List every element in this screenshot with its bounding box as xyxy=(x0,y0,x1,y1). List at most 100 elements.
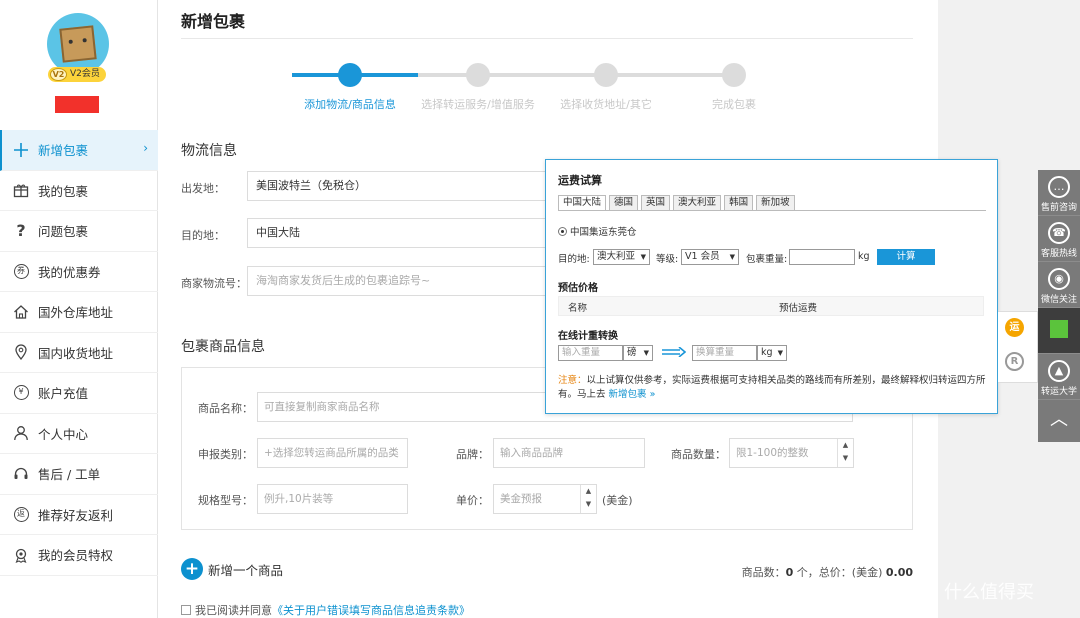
popup-dest-select[interactable]: 澳大利亚 ▼ xyxy=(593,249,650,265)
popup-weight-input[interactable] xyxy=(789,249,855,265)
freight-calc-icon[interactable]: 运 xyxy=(1005,318,1024,337)
popup-grade-select[interactable]: V1 会员 ▼ xyxy=(681,249,739,265)
tabs-divider xyxy=(558,210,986,211)
agreement-text: 我已阅读并同意 xyxy=(195,604,272,617)
popup-weight-label: 包裹重量: xyxy=(746,254,788,265)
graduation-cap-icon: ▲ xyxy=(1048,360,1070,382)
sidebar-item-label: 我的会员特权 xyxy=(38,548,114,564)
sidebar-item-my-packages[interactable]: 我的包裹 xyxy=(0,171,158,211)
converted-weight-field[interactable]: 换算重量 xyxy=(692,345,757,361)
divider xyxy=(181,38,913,39)
avatar[interactable] xyxy=(47,13,109,75)
sidebar-item-member-privileges[interactable]: 我的会员特权 xyxy=(0,535,158,576)
step-label-1: 添加物流/商品信息 xyxy=(304,98,396,111)
coupon-icon: 券 xyxy=(12,262,30,280)
quantity-stepper[interactable]: 限1-100的整数 ▲ ▼ xyxy=(729,438,854,468)
presales-consult-button[interactable]: … 售前咨询 xyxy=(1038,170,1080,216)
popup-dest-value: 澳大利亚 xyxy=(597,251,636,262)
country-tabs: 中国大陆 德国 英国 澳大利亚 韩国 新加坡 xyxy=(558,195,798,211)
step-dot-3 xyxy=(594,63,618,87)
warehouse-radio[interactable]: 中国集运东莞仓 xyxy=(558,224,637,238)
category-select[interactable]: +选择您转运商品所属的品类 xyxy=(257,438,408,468)
sidebar-item-personal-center[interactable]: 个人中心 xyxy=(0,414,158,454)
sidebar-item-coupons[interactable]: 券 我的优惠券 xyxy=(0,252,158,292)
quantity-spin-buttons[interactable]: ▲ ▼ xyxy=(837,439,853,467)
step-dot-2 xyxy=(466,63,490,87)
calculate-button[interactable]: 计算 xyxy=(877,249,935,265)
refer-friend-icon: 返 xyxy=(12,505,30,523)
destination-select[interactable]: 中国大陆 xyxy=(247,218,557,248)
agreement-checkbox[interactable] xyxy=(181,605,191,615)
sidebar-item-problem-packages[interactable]: ? 问题包裹 xyxy=(0,211,158,252)
tab-china[interactable]: 中国大陆 xyxy=(558,195,607,211)
home-icon xyxy=(12,303,30,321)
unit-to-value: kg xyxy=(761,347,773,358)
university-label: 转运大学 xyxy=(1040,387,1077,397)
estimate-title: 预估价格 xyxy=(558,283,598,294)
transfer-university-button[interactable]: ▲ 转运大学 xyxy=(1038,354,1080,400)
tab-uk[interactable]: 英国 xyxy=(641,195,671,211)
agreement-row: 我已阅读并同意 《关于用户错误填写商品信息追责条款》 xyxy=(181,602,470,618)
origin-select[interactable]: 美国波特兰（免税仓） xyxy=(247,171,557,201)
destination-label: 目的地： xyxy=(181,229,225,242)
back-to-top-button[interactable]: ︿ xyxy=(1038,398,1080,442)
question-icon: ? xyxy=(16,221,26,241)
convert-arrow-icon xyxy=(662,347,686,357)
box-mascot-icon xyxy=(59,25,97,63)
sidebar-item-label: 我的包裹 xyxy=(38,183,89,199)
brand-label: 品牌： xyxy=(456,448,489,461)
freight-calculator-popup: 运费试算 中国大陆 德国 英国 澳大利亚 韩国 新加坡 中国集运东莞仓 目的地:… xyxy=(545,159,998,414)
convert-title: 在线计重转换 xyxy=(558,331,618,342)
step-label-4: 完成包裹 xyxy=(712,98,756,111)
gift-box-icon xyxy=(12,181,30,199)
tab-australia[interactable]: 澳大利亚 xyxy=(673,195,722,211)
quantity-label: 商品数量： xyxy=(671,448,726,461)
brand-input[interactable]: 输入商品品牌 xyxy=(493,438,645,468)
vip-badge: V2 V2会员 xyxy=(48,67,106,82)
tracking-label: 商家物流号： xyxy=(181,277,247,290)
qr-code-button[interactable] xyxy=(1038,308,1080,354)
username-redacted xyxy=(55,96,99,113)
input-weight-field[interactable]: 输入重量 xyxy=(558,345,623,361)
tab-germany[interactable]: 德国 xyxy=(609,195,639,211)
freight-float-tab: 运 R xyxy=(998,311,1038,383)
sidebar-item-referral[interactable]: 返 推荐好友返利 xyxy=(0,495,158,535)
sidebar-item-label: 问题包裹 xyxy=(38,224,89,240)
sidebar-item-domestic-address[interactable]: 国内收货地址 xyxy=(0,333,158,373)
yen-icon: ¥ xyxy=(12,384,30,402)
watermark: 值 什么值得买 xyxy=(908,576,1034,606)
sidebar-item-recharge[interactable]: ¥ 账户充值 xyxy=(0,373,158,414)
sidebar-item-label: 国外仓库地址 xyxy=(38,305,114,321)
note-warn: 注意： xyxy=(558,375,587,386)
tab-singapore[interactable]: 新加坡 xyxy=(756,195,795,211)
tab-korea[interactable]: 韩国 xyxy=(724,195,754,211)
registered-icon[interactable]: R xyxy=(1005,352,1024,371)
watermark-logo-icon: 值 xyxy=(908,576,938,606)
add-goods-button[interactable]: + 新增一个商品 xyxy=(181,558,283,580)
sidebar-item-label: 个人中心 xyxy=(38,426,89,442)
unit-from-value: 磅 xyxy=(627,347,637,358)
wechat-follow-button[interactable]: ◉ 微信关注 xyxy=(1038,262,1080,308)
sidebar: V2 V2会员 新增包裹 › 我的包裹 ? 问题包裹 券 我的优惠券 国外仓库地… xyxy=(0,0,158,618)
tracking-number-input[interactable]: 海淘商家发货后生成的包裹追踪号~ xyxy=(247,266,557,296)
popup-grade-value: V1 会员 xyxy=(685,251,720,262)
unit-to-select[interactable]: kg ▼ xyxy=(757,345,787,361)
price-spin-buttons[interactable]: ▲ ▼ xyxy=(580,485,596,513)
page-title: 新增包裹 xyxy=(181,12,246,31)
price-input[interactable]: 美金预报 ▲ ▼ xyxy=(493,484,597,514)
step-dot-4 xyxy=(722,63,746,87)
hotline-button[interactable]: ☎ 客服热线 xyxy=(1038,216,1080,262)
sidebar-item-new-package[interactable]: 新增包裹 › xyxy=(0,130,158,171)
add-goods-label: 新增一个商品 xyxy=(208,562,284,578)
spec-input[interactable]: 例升,10片装等 xyxy=(257,484,408,514)
sidebar-item-overseas-warehouse[interactable]: 国外仓库地址 xyxy=(0,292,158,333)
sidebar-item-label: 新增包裹 xyxy=(38,143,89,159)
sidebar-item-label: 账户充值 xyxy=(38,386,89,402)
vip-badge-label: V2会员 xyxy=(70,69,100,79)
sidebar-item-after-sales[interactable]: 售后 / 工单 xyxy=(0,454,158,495)
agreement-link[interactable]: 《关于用户错误填写商品信息追责条款》 xyxy=(272,602,470,618)
goods-section-title: 包裹商品信息 xyxy=(181,339,265,355)
category-label: 申报类别： xyxy=(198,448,253,461)
new-package-link[interactable]: 新增包裹 » xyxy=(609,389,656,400)
unit-from-select[interactable]: 磅 ▼ xyxy=(623,345,653,361)
